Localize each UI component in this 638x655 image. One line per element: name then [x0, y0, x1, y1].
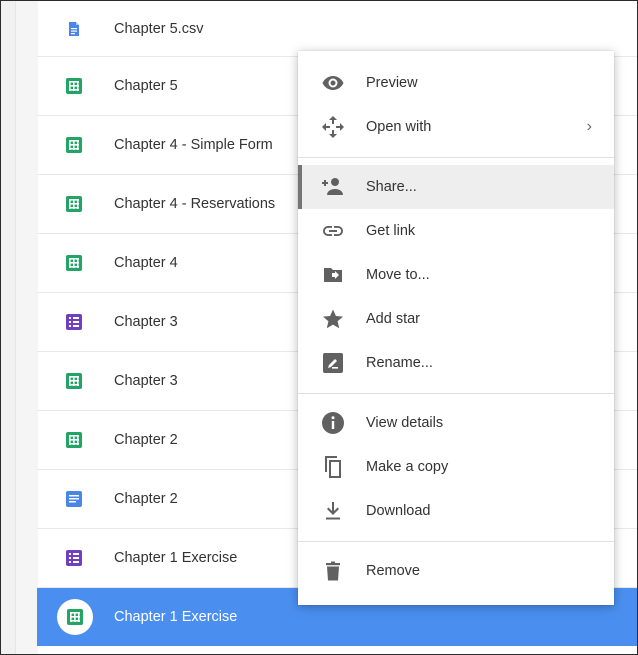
- sheets-file-icon: [66, 78, 82, 94]
- forms-file-icon: [66, 550, 82, 566]
- csv-file-icon: [66, 21, 82, 37]
- copy-icon: [320, 454, 346, 480]
- star-icon: [320, 306, 346, 332]
- file-name: Chapter 1 Exercise: [114, 550, 238, 566]
- sheets-file-icon: [66, 255, 82, 271]
- menu-label: Remove: [366, 563, 420, 579]
- file-name: Chapter 3: [114, 373, 178, 389]
- info-icon: [320, 410, 346, 436]
- link-icon: [320, 218, 346, 244]
- menu-item-move-to[interactable]: Move to...: [298, 253, 614, 297]
- chevron-right-icon: ›: [586, 118, 592, 135]
- sheets-file-icon: [66, 196, 82, 212]
- move-arrows-icon: [320, 114, 346, 140]
- menu-label: View details: [366, 415, 444, 431]
- menu-divider: [298, 541, 614, 542]
- drive-window: Chapter 5.csv Chapter 5 Chapter 4 - Simp…: [0, 0, 638, 655]
- menu-item-view-details[interactable]: View details: [298, 401, 614, 445]
- menu-item-add-star[interactable]: Add star: [298, 297, 614, 341]
- file-name: Chapter 5: [114, 78, 178, 94]
- menu-divider: [298, 157, 614, 158]
- menu-label: Download: [366, 503, 431, 519]
- forms-file-icon: [66, 314, 82, 330]
- docs-file-icon: [66, 491, 82, 507]
- menu-item-download[interactable]: Download: [298, 489, 614, 533]
- file-name: Chapter 2: [114, 432, 178, 448]
- file-row[interactable]: Chapter 5.csv: [37, 1, 637, 57]
- menu-item-get-link[interactable]: Get link: [298, 209, 614, 253]
- menu-label: Rename...: [366, 355, 433, 371]
- add-person-icon: [320, 174, 346, 200]
- file-name: Chapter 1 Exercise: [114, 609, 238, 625]
- menu-label: Move to...: [366, 267, 430, 283]
- eye-icon: [320, 70, 346, 96]
- menu-label: Add star: [366, 311, 420, 327]
- menu-label: Make a copy: [366, 459, 449, 475]
- folder-move-icon: [320, 262, 346, 288]
- left-panel: [1, 1, 38, 654]
- file-name: Chapter 4 - Simple Form: [114, 137, 273, 153]
- sheets-file-icon: [66, 373, 82, 389]
- file-name: Chapter 4 - Reservations: [114, 196, 276, 212]
- sheets-file-icon: [66, 432, 82, 448]
- rename-pencil-icon: [320, 350, 346, 376]
- file-name: Chapter 4: [114, 255, 178, 271]
- menu-label: Open with: [366, 119, 432, 135]
- menu-label: Get link: [366, 223, 416, 239]
- file-name: Chapter 3: [114, 314, 178, 330]
- file-name: Chapter 5.csv: [114, 20, 204, 37]
- menu-item-open-with[interactable]: Open with ›: [298, 105, 614, 149]
- menu-item-remove[interactable]: Remove: [298, 549, 614, 593]
- menu-item-make-a-copy[interactable]: Make a copy: [298, 445, 614, 489]
- sheets-file-icon: [66, 137, 82, 153]
- file-name: Chapter 2: [114, 491, 178, 507]
- sheets-file-icon: [67, 609, 83, 625]
- download-icon: [320, 498, 346, 524]
- trash-icon: [320, 558, 346, 584]
- context-menu: Preview Open with › Share... Get link Mo…: [298, 51, 614, 605]
- menu-label: Preview: [366, 75, 418, 91]
- menu-divider: [298, 393, 614, 394]
- menu-label: Share...: [366, 179, 417, 195]
- menu-item-share[interactable]: Share...: [298, 165, 614, 209]
- menu-item-preview[interactable]: Preview: [298, 61, 614, 105]
- menu-item-rename[interactable]: Rename...: [298, 341, 614, 385]
